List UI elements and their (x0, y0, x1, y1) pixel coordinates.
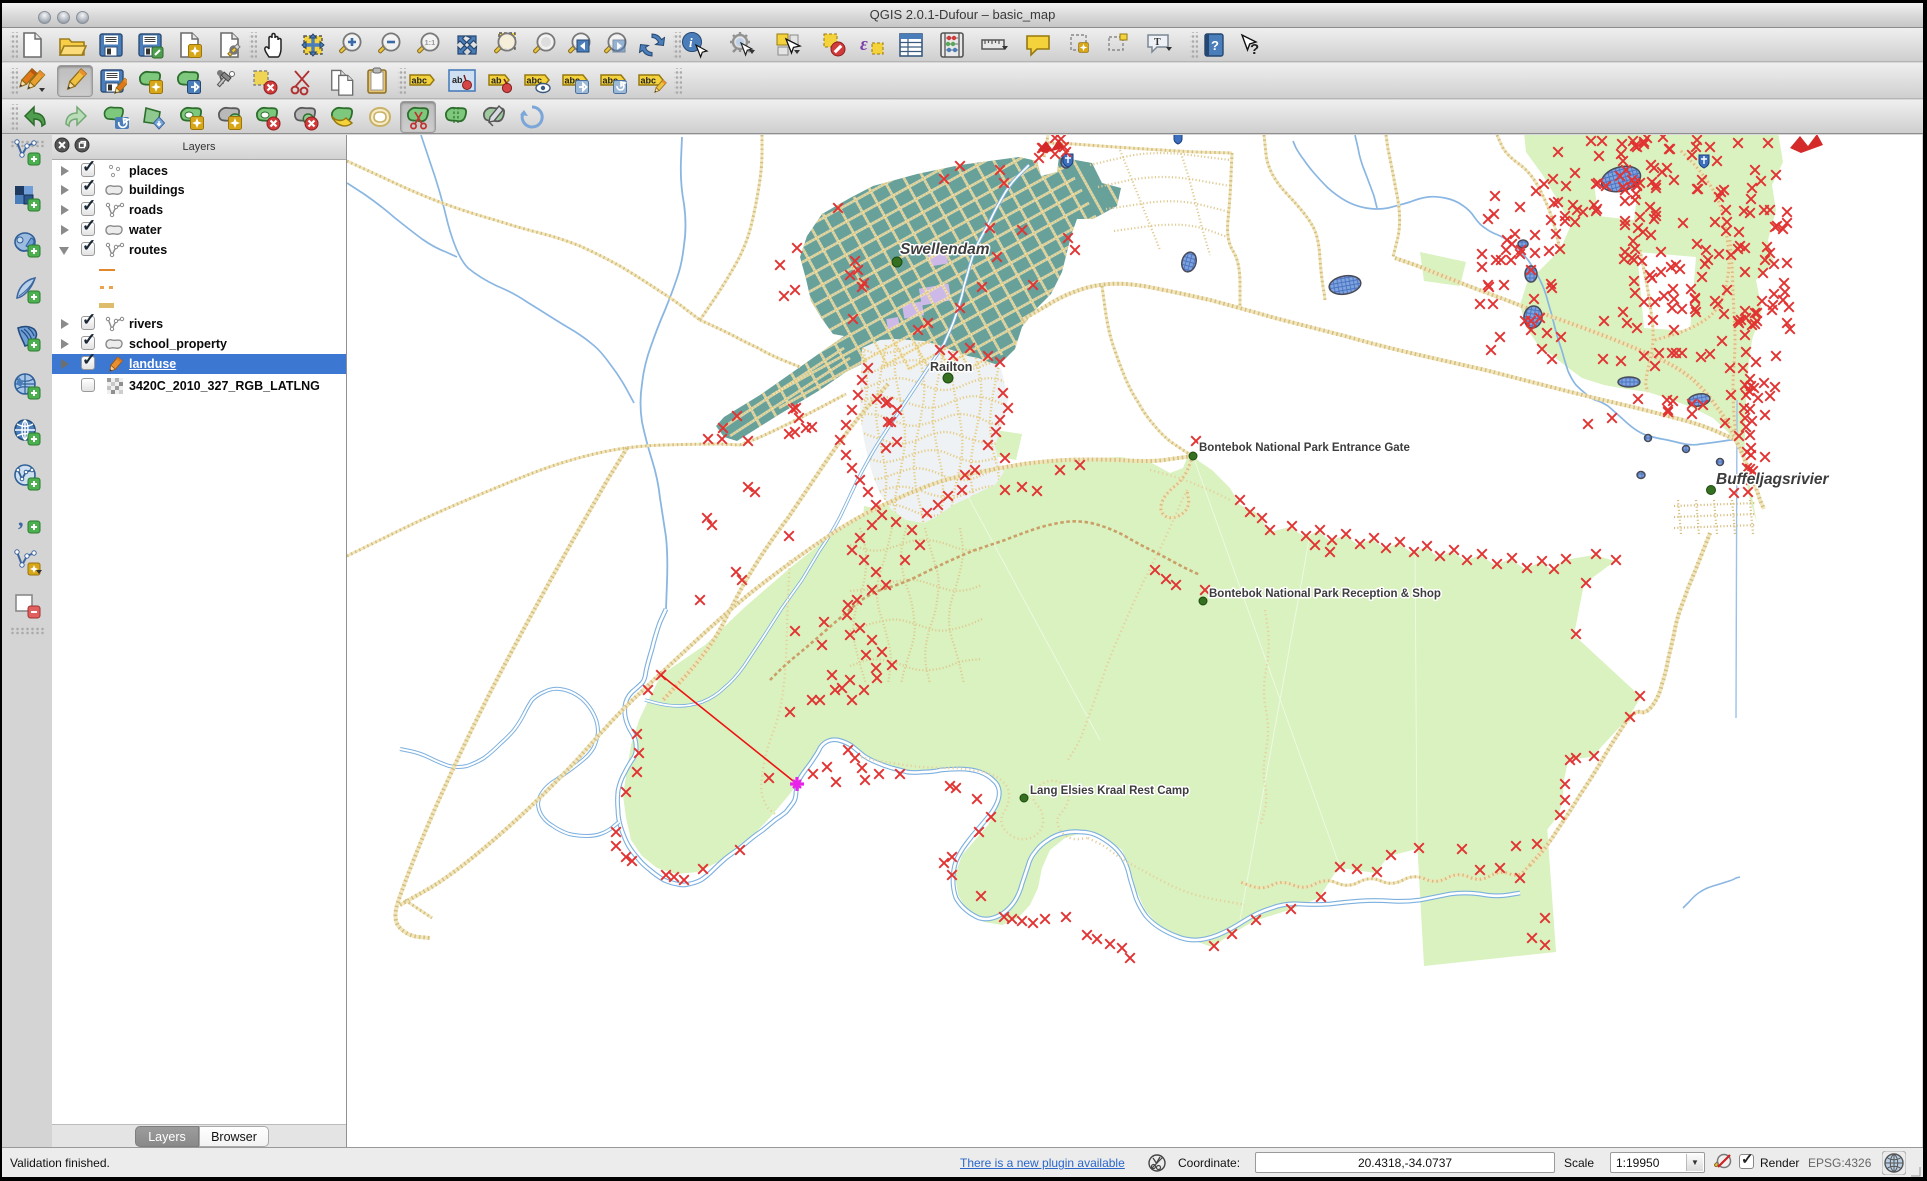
svg-text:?: ? (1211, 38, 1219, 53)
svg-text:abc: abc (641, 76, 657, 86)
svg-text:1:1: 1:1 (425, 38, 436, 47)
svg-text:T: T (1154, 37, 1161, 48)
svg-text:ab: ab (452, 75, 463, 85)
svg-text:abc: abc (412, 76, 428, 86)
svg-text:Buffeljagsrivier: Buffeljagsrivier (1716, 471, 1830, 488)
svg-text:Swellendam: Swellendam (900, 241, 990, 258)
svg-text:i: i (689, 35, 693, 50)
svg-text:ab: ab (491, 76, 502, 86)
svg-text:Lang Elsies Kraal Rest Camp: Lang Elsies Kraal Rest Camp (1030, 785, 1189, 797)
svg-text:Bontebok National Park Entranc: Bontebok National Park Entrance Gate (1199, 442, 1410, 454)
svg-text:Bontebok National Park Recepti: Bontebok National Park Reception & Shop (1209, 588, 1441, 600)
svg-text:?: ? (1250, 41, 1259, 58)
svg-text:,: , (18, 506, 24, 531)
svg-text:Railton: Railton (930, 360, 972, 374)
svg-text:ε: ε (860, 34, 868, 55)
